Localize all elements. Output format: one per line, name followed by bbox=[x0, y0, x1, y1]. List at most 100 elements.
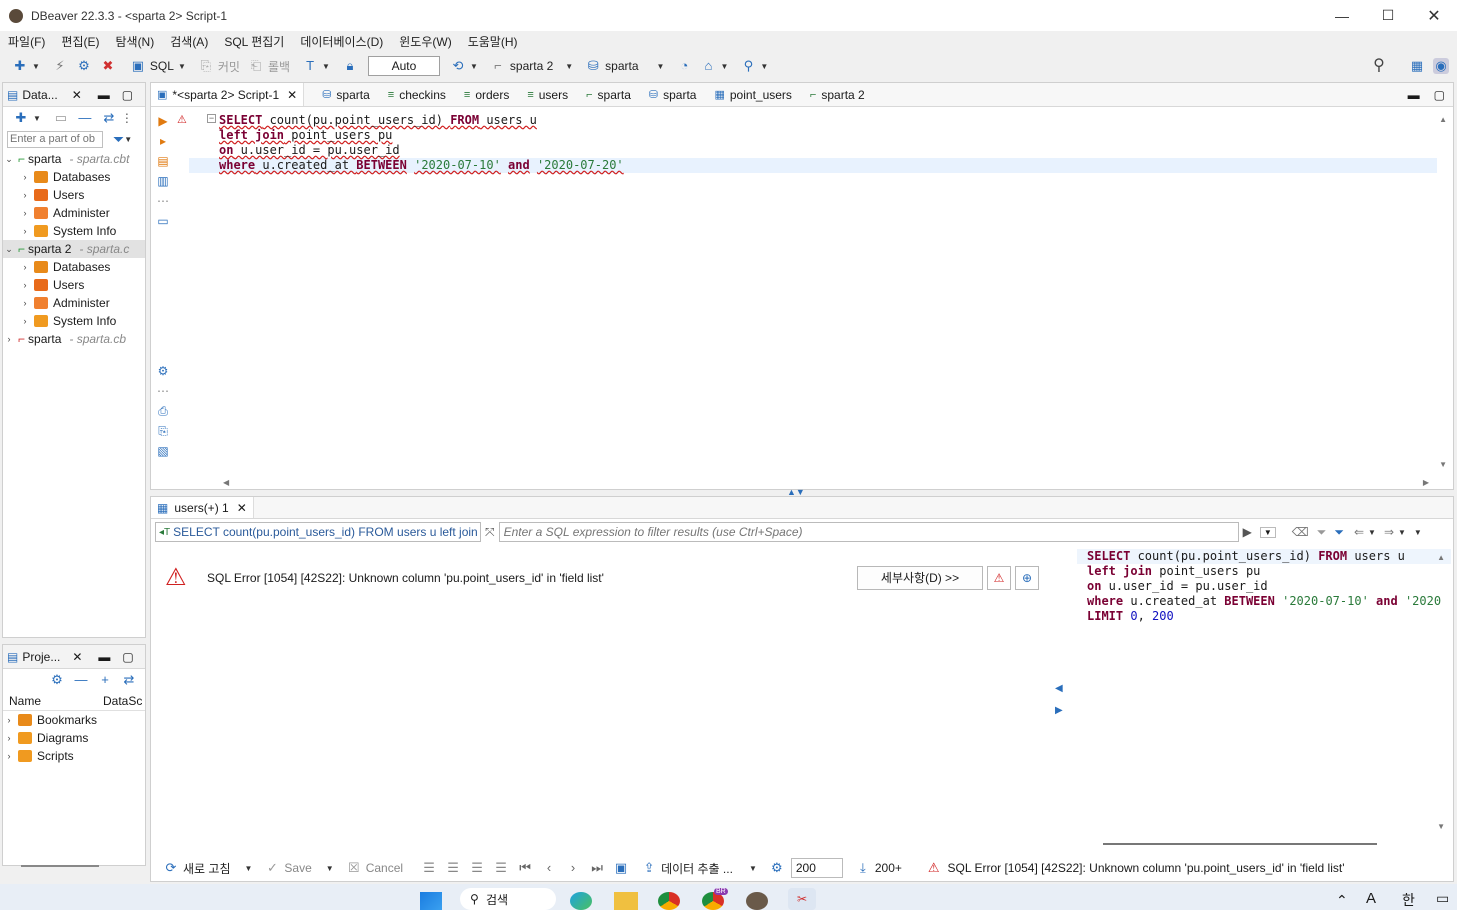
minimize-panel-icon[interactable]: ▬ bbox=[98, 88, 110, 102]
scroll-up-icon[interactable]: ▲ bbox=[1439, 115, 1447, 124]
tree-item-system-info[interactable]: › System Info bbox=[3, 312, 145, 330]
scroll-down-icon[interactable]: ▼ bbox=[1439, 460, 1447, 469]
history-icon[interactable]: ⟲ bbox=[450, 58, 466, 74]
chevron-right-icon[interactable]: › bbox=[19, 262, 31, 272]
menu-icon[interactable]: ▼ bbox=[1414, 528, 1422, 537]
new-connection-icon[interactable]: ✚ bbox=[13, 110, 29, 126]
more-icon[interactable]: ⋮ bbox=[121, 111, 133, 125]
explain-plan-icon[interactable]: ▥ bbox=[155, 174, 171, 188]
expand-filter-icon[interactable]: ⤧ bbox=[485, 525, 495, 540]
fetch-size-input[interactable]: 200 bbox=[790, 858, 843, 878]
perspective-icon[interactable]: ▦ bbox=[1409, 58, 1425, 74]
projects-tab[interactable]: Proje... bbox=[22, 650, 60, 664]
clear-filter-icon[interactable]: ⏷ bbox=[1317, 525, 1327, 540]
search-web-icon[interactable]: ⊕ bbox=[1015, 566, 1039, 590]
tab-sparta-2[interactable]: ⌐ sparta 2 bbox=[810, 88, 865, 102]
fit-icon[interactable]: ▣ bbox=[613, 860, 629, 876]
more-icon[interactable]: ⋯ bbox=[155, 384, 171, 398]
tab-users[interactable]: ≡ users bbox=[527, 88, 568, 102]
export-data-button[interactable]: 데이터 추출 ... bbox=[661, 860, 733, 877]
menu-navigate[interactable]: 탐색(N) bbox=[115, 33, 154, 50]
menu-help[interactable]: 도움말(H) bbox=[468, 33, 518, 50]
chevron-down-icon[interactable]: ▼ bbox=[1368, 528, 1376, 537]
close-icon[interactable]: ✕ bbox=[237, 501, 247, 515]
error-log-icon[interactable]: ⚠ bbox=[987, 566, 1011, 590]
query-label-box[interactable]: ◂T SELECT count(pu.point_users_id) FROM … bbox=[155, 522, 481, 542]
tree-item-system-info[interactable]: › System Info bbox=[3, 222, 145, 240]
taskbar-search[interactable]: ⚲ 검색 bbox=[460, 888, 556, 910]
rollback-icon[interactable]: ⎗ bbox=[248, 58, 264, 74]
fetch-more-button[interactable]: 200+ bbox=[875, 861, 902, 875]
refresh-icon[interactable]: ⟳ bbox=[163, 860, 179, 876]
column-name[interactable]: Name bbox=[3, 694, 103, 708]
tab-point-users[interactable]: ▦ point_users bbox=[714, 88, 791, 102]
tray-chevron-up-icon[interactable]: ⌃ bbox=[1336, 892, 1348, 909]
invalidate-icon[interactable]: ⚙ bbox=[76, 58, 92, 74]
expanded-chevron-icon[interactable]: ⌄ bbox=[3, 154, 15, 165]
first-page-icon[interactable]: ⏮ bbox=[517, 860, 533, 876]
refresh-button[interactable]: 새로 고침 bbox=[183, 860, 231, 877]
maximize-button[interactable]: ☐ bbox=[1365, 7, 1411, 24]
maximize-panel-icon[interactable]: ▢ bbox=[122, 88, 133, 102]
chevron-down-icon[interactable]: ▼ bbox=[33, 114, 41, 123]
menu-edit[interactable]: 편집(E) bbox=[61, 33, 99, 50]
previous-page-icon[interactable]: ‹ bbox=[541, 860, 557, 876]
details-button[interactable]: 세부사항(D) >> bbox=[857, 566, 983, 590]
maximize-panel-icon[interactable]: ▢ bbox=[122, 650, 133, 664]
dbeaver-perspective-icon[interactable]: ◉ bbox=[1433, 58, 1449, 74]
sql-editor[interactable]: SELECT count(pu.point_users_id) FROM use… bbox=[189, 113, 1437, 473]
settings-icon[interactable]: ⚙ bbox=[49, 672, 65, 688]
chevron-down-icon[interactable]: ▼ bbox=[326, 864, 334, 873]
filter-icon[interactable]: ⏷ bbox=[113, 131, 124, 148]
disconnect-icon[interactable]: ✖ bbox=[100, 58, 116, 74]
chevron-right-icon[interactable]: › bbox=[19, 226, 31, 236]
sql-editor-icon[interactable]: ▣ bbox=[130, 58, 146, 74]
forward-icon[interactable]: ⇒ bbox=[1384, 525, 1394, 539]
new-connection-icon[interactable]: ✚ bbox=[12, 58, 28, 74]
chevron-right-icon[interactable]: › bbox=[19, 172, 31, 182]
connection-node-selected[interactable]: ⌄ ⌐ sparta 2 - sparta.c bbox=[3, 240, 145, 258]
query-text-panel[interactable]: SELECT count(pu.point_users_id) FROM use… bbox=[1077, 549, 1451, 845]
connect-icon[interactable]: ⚡ bbox=[52, 58, 68, 74]
apply-filter-icon[interactable]: ▶ bbox=[1243, 525, 1252, 539]
rollback-button[interactable]: 롤백 bbox=[268, 58, 290, 75]
column-datasource[interactable]: DataSc bbox=[103, 694, 142, 708]
back-icon[interactable]: ⇐ bbox=[1354, 525, 1364, 539]
edit-row-icon[interactable]: ☰ bbox=[421, 860, 437, 876]
tab-orders[interactable]: ≡ orders bbox=[464, 88, 509, 102]
mode-field[interactable]: Auto bbox=[367, 56, 440, 76]
collapse-all-icon[interactable]: — bbox=[77, 110, 93, 126]
erase-filter-icon[interactable]: ⌫ bbox=[1292, 525, 1309, 539]
horizontal-scrollbar[interactable] bbox=[21, 865, 99, 867]
tree-item-administer[interactable]: › Administer bbox=[3, 294, 145, 312]
project-item-bookmarks[interactable]: › Bookmarks bbox=[3, 711, 145, 729]
tab-sparta[interactable]: ⛁ sparta bbox=[322, 88, 370, 102]
chevron-right-icon[interactable]: › bbox=[19, 298, 31, 308]
collapse-all-icon[interactable]: — bbox=[73, 672, 89, 688]
transaction-mode-icon[interactable]: T bbox=[302, 58, 318, 74]
search-icon[interactable]: ⚲ bbox=[1371, 58, 1387, 74]
close-icon[interactable]: ✕ bbox=[72, 88, 82, 102]
tab-sparta-database[interactable]: ⛁ sparta bbox=[649, 88, 697, 102]
chevron-down-icon[interactable]: ▼ bbox=[178, 62, 186, 71]
scroll-up-icon[interactable]: ▲ bbox=[1437, 553, 1445, 562]
add-row-icon[interactable]: ☰ bbox=[445, 860, 461, 876]
execute-new-tab-icon[interactable]: ▸ bbox=[155, 134, 171, 148]
export-data-icon[interactable]: ⇪ bbox=[641, 860, 657, 876]
close-icon[interactable]: ✕ bbox=[72, 650, 82, 664]
menu-database[interactable]: 데이터베이스(D) bbox=[300, 33, 383, 50]
chevron-right-icon[interactable]: › bbox=[3, 733, 15, 743]
chevron-right-icon[interactable]: › bbox=[19, 280, 31, 290]
link-editor-icon[interactable]: ⇄ bbox=[101, 110, 117, 126]
notification-icon[interactable]: ▭ bbox=[1436, 890, 1449, 907]
chevron-right-icon[interactable]: › bbox=[19, 208, 31, 218]
code-line-4-current[interactable]: where u.created_at BETWEEN '2020-07-10' … bbox=[189, 158, 1437, 173]
next-page-icon[interactable]: › bbox=[565, 860, 581, 876]
dashboard-icon[interactable]: ◔ bbox=[676, 58, 692, 74]
folder-icon[interactable]: ▭ bbox=[53, 110, 69, 126]
edge-icon[interactable] bbox=[570, 892, 592, 910]
chevron-right-icon[interactable]: › bbox=[3, 751, 15, 761]
chevron-down-icon[interactable]: ▼ bbox=[1398, 528, 1406, 537]
copy-row-icon[interactable]: ☰ bbox=[469, 860, 485, 876]
expand-icon[interactable]: + bbox=[97, 672, 113, 688]
